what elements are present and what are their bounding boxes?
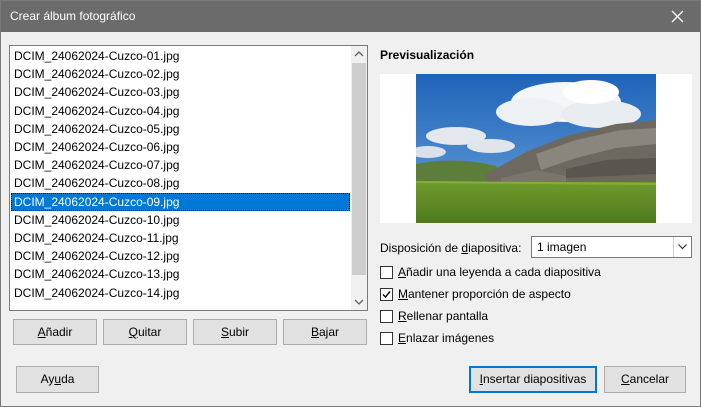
preview-area: [380, 74, 692, 223]
checkmark-icon: [382, 291, 391, 299]
insert-slides-button[interactable]: Insertar diapositivas: [469, 366, 597, 393]
checkbox-label: Mantener proporción de aspecto: [398, 287, 571, 301]
list-item[interactable]: DCIM_24062024-Cuzco-08.jpg: [11, 174, 350, 192]
list-item[interactable]: DCIM_24062024-Cuzco-06.jpg: [11, 138, 350, 156]
arrow-down-icon: [354, 299, 364, 305]
checkbox-box[interactable]: [380, 310, 393, 323]
cancel-button[interactable]: Cancelar: [604, 366, 686, 393]
dialog-title: Crear álbum fotográfico: [10, 9, 136, 23]
preview-image: [416, 74, 656, 223]
photo-album-dialog: Crear álbum fotográfico DCIM_24062024-Cu…: [0, 0, 701, 407]
checkbox-box[interactable]: [380, 332, 393, 345]
scroll-up-button[interactable]: [351, 46, 367, 63]
checkbox-label: Rellenar pantalla: [398, 309, 489, 323]
move-up-button[interactable]: Subir: [193, 319, 277, 345]
list-item[interactable]: DCIM_24062024-Cuzco-02.jpg: [11, 65, 350, 83]
list-item[interactable]: DCIM_24062024-Cuzco-11.jpg: [11, 229, 350, 247]
list-item[interactable]: DCIM_24062024-Cuzco-09.jpg: [11, 192, 350, 211]
chevron-down-icon: [678, 244, 687, 250]
list-item[interactable]: DCIM_24062024-Cuzco-13.jpg: [11, 265, 350, 283]
add-button[interactable]: Añadir: [13, 319, 97, 345]
list-item[interactable]: DCIM_24062024-Cuzco-12.jpg: [11, 247, 350, 265]
close-button[interactable]: [656, 1, 700, 32]
list-item[interactable]: DCIM_24062024-Cuzco-07.jpg: [11, 156, 350, 174]
remove-button[interactable]: Quitar: [103, 319, 187, 345]
list-item[interactable]: DCIM_24062024-Cuzco-04.jpg: [11, 102, 350, 120]
move-down-button[interactable]: Bajar: [283, 319, 367, 345]
title-bar: Crear álbum fotográfico: [1, 1, 700, 32]
close-icon: [671, 10, 684, 23]
layout-value: 1 imagen: [537, 240, 587, 254]
layout-label: Disposición de diapositiva:: [380, 241, 522, 255]
preview-heading: Previsualización: [380, 48, 475, 62]
layout-dropdown[interactable]: 1 imagen: [531, 236, 692, 258]
scroll-thumb[interactable]: [352, 63, 366, 275]
list-item[interactable]: DCIM_24062024-Cuzco-05.jpg: [11, 120, 350, 138]
checkbox-label: Añadir una leyenda a cada diapositiva: [398, 265, 601, 279]
list-item[interactable]: DCIM_24062024-Cuzco-03.jpg: [11, 83, 350, 101]
list-item[interactable]: DCIM_24062024-Cuzco-14.jpg: [11, 284, 350, 302]
list-item[interactable]: DCIM_24062024-Cuzco-10.jpg: [11, 211, 350, 229]
checkbox-label: Enlazar imágenes: [398, 331, 495, 345]
arrow-up-icon: [354, 51, 364, 57]
checkbox-box[interactable]: [380, 266, 393, 279]
help-button[interactable]: Ayuda: [16, 366, 99, 393]
list-item[interactable]: DCIM_24062024-Cuzco-01.jpg: [11, 47, 350, 65]
list-scrollbar[interactable]: [351, 46, 367, 310]
scroll-down-button[interactable]: [351, 293, 367, 310]
dropdown-toggle[interactable]: [673, 237, 691, 257]
checkbox-box[interactable]: [380, 288, 393, 301]
image-file-list[interactable]: DCIM_24062024-Cuzco-01.jpg DCIM_24062024-…: [9, 45, 368, 311]
